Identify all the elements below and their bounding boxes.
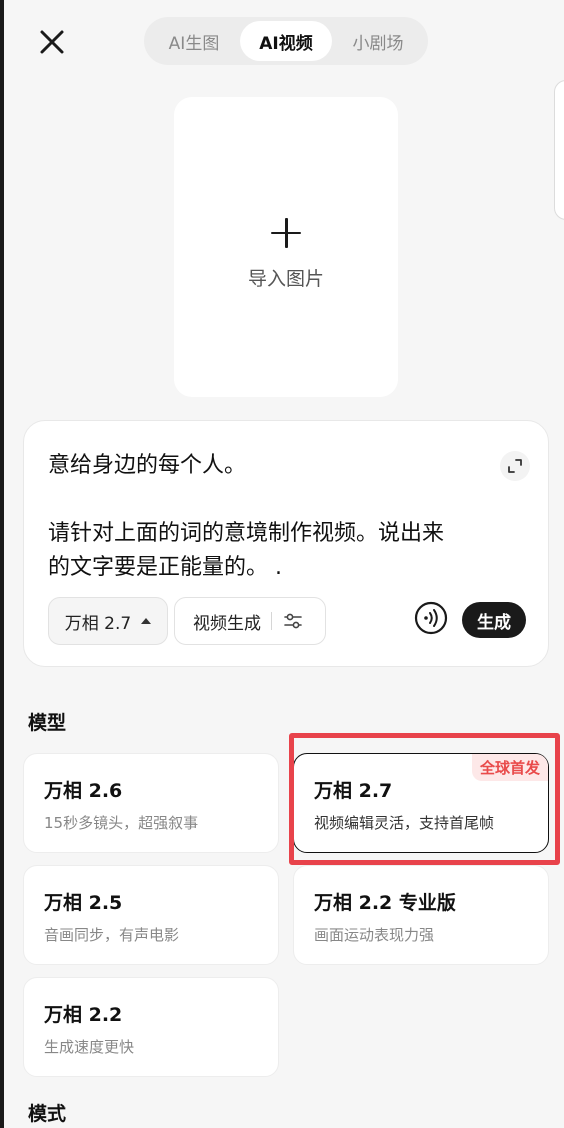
chip-divider (271, 612, 272, 630)
global-premiere-badge: 全球首发 (471, 754, 548, 781)
model-desc: 视频编辑灵活，支持首尾帧 (314, 814, 495, 832)
model-section-title: 模型 (28, 712, 67, 734)
model-card-wan25[interactable]: 万相 2.5 音画同步，有声电影 (23, 865, 279, 965)
caret-up-icon (141, 618, 152, 624)
mode-tabs: AI生图 AI视频 小剧场 (144, 17, 428, 65)
close-icon (40, 30, 64, 54)
model-name: 万相 2.6 (44, 780, 123, 802)
model-select-chip[interactable]: 万相 2.7 (48, 597, 168, 645)
model-desc: 生成速度更快 (44, 1038, 135, 1056)
model-name: 万相 2.2 专业版 (314, 892, 456, 914)
model-desc: 15秒多镜头，超强叙事 (44, 814, 199, 832)
model-select-label: 万相 2.7 (64, 613, 132, 634)
close-button[interactable] (34, 24, 70, 60)
model-card-wan26[interactable]: 万相 2.6 15秒多镜头，超强叙事 (23, 753, 279, 853)
mode-select-chip[interactable]: 视频生成 (174, 597, 326, 645)
settings-sliders-icon (284, 613, 302, 629)
generate-button[interactable]: 生成 (462, 602, 526, 638)
tab-mini-theater[interactable]: 小剧场 (332, 21, 424, 61)
model-card-wan27[interactable]: 万相 2.7 视频编辑灵活，支持首尾帧 全球首发 (293, 753, 549, 853)
sound-wave-icon (414, 601, 448, 635)
model-name: 万相 2.2 (44, 1004, 123, 1026)
model-card-wan22[interactable]: 万相 2.2 生成速度更快 (23, 977, 279, 1077)
mode-section-title: 模式 (28, 1103, 67, 1125)
model-name: 万相 2.7 (314, 780, 393, 802)
prompt-input[interactable]: 意给身边的每个人。 请针对上面的词的意境制作视频。说出来 的文字要是正能量的。 … (48, 449, 498, 585)
model-card-wan22-pro[interactable]: 万相 2.2 专业版 画面运动表现力强 (293, 865, 549, 965)
tab-ai-video[interactable]: AI视频 (240, 21, 332, 61)
model-desc: 画面运动表现力强 (314, 926, 435, 944)
mode-select-label: 视频生成 (193, 613, 261, 634)
side-panel-peek[interactable] (554, 80, 564, 220)
import-image-label: 导入图片 (247, 267, 324, 290)
sound-button[interactable] (414, 601, 448, 635)
prompt-card: 意给身边的每个人。 请针对上面的词的意境制作视频。说出来 的文字要是正能量的。 … (23, 420, 549, 667)
tab-ai-image[interactable]: AI生图 (148, 21, 240, 61)
import-image-card[interactable]: 导入图片 (174, 97, 398, 397)
model-desc: 音画同步，有声电影 (44, 926, 180, 944)
plus-icon (269, 216, 303, 250)
screen-left-edge (0, 0, 4, 1128)
model-name: 万相 2.5 (44, 892, 123, 914)
expand-button[interactable] (500, 451, 530, 481)
expand-icon (508, 459, 522, 473)
